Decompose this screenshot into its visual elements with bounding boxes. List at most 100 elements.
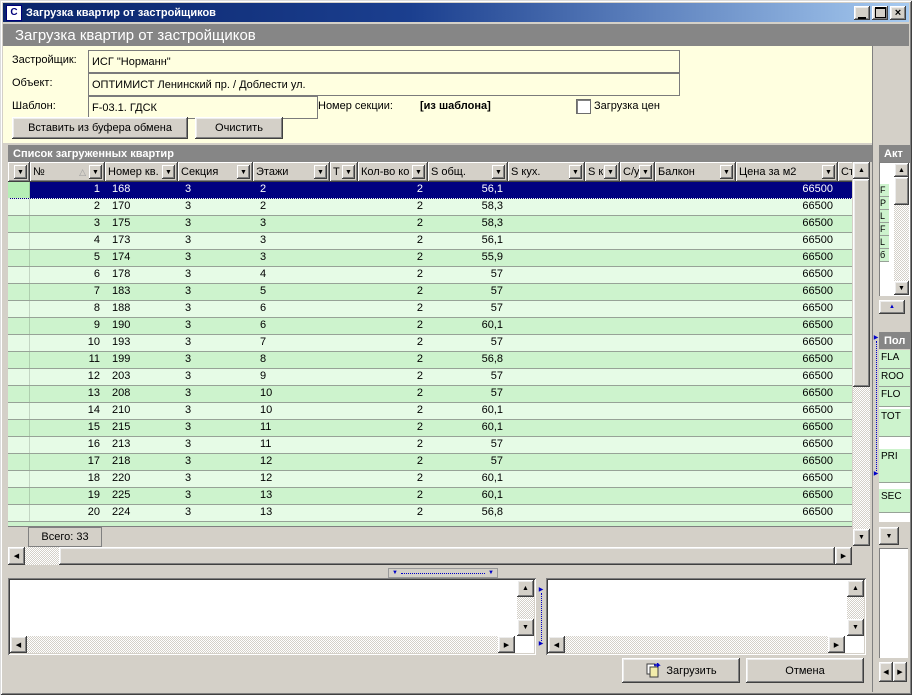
column-header[interactable]: Этажи xyxy=(253,162,330,182)
filter-dropdown-button[interactable] xyxy=(720,165,733,179)
hscroll-track[interactable] xyxy=(25,547,59,565)
left-textarea-hscrollbar[interactable] xyxy=(10,636,515,653)
grid-row[interactable]: 15215311260,166500 xyxy=(8,420,852,437)
scroll-right-button[interactable] xyxy=(828,636,845,653)
field-list-item[interactable]: ROO xyxy=(879,369,910,387)
right-textarea[interactable] xyxy=(546,578,866,655)
list-item-fragment[interactable]: б xyxy=(880,249,889,262)
grid-row[interactable]: 61783425766500 xyxy=(8,267,852,284)
filter-dropdown-button[interactable] xyxy=(314,165,327,179)
grid-row[interactable]: 1621331125766500 xyxy=(8,437,852,454)
grid-row[interactable]: 18220312260,166500 xyxy=(8,471,852,488)
filter-dropdown-button[interactable] xyxy=(569,165,582,179)
vertical-splitter[interactable]: ▶ ▶ xyxy=(536,578,546,655)
vscroll-track[interactable] xyxy=(847,597,864,619)
paste-from-clipboard-button[interactable]: Вставить из буфера обмена xyxy=(12,117,188,139)
grid-row[interactable]: 14210310260,166500 xyxy=(8,403,852,420)
list-item-fragment[interactable]: L xyxy=(880,210,889,223)
right-textarea-hscrollbar[interactable] xyxy=(548,636,845,653)
grid-row[interactable]: 517433255,966500 xyxy=(8,250,852,267)
column-header[interactable]: Балкон xyxy=(655,162,736,182)
list-item-fragment[interactable]: F xyxy=(880,184,889,197)
filter-dropdown-button[interactable] xyxy=(89,165,102,179)
load-button[interactable]: Загрузить xyxy=(622,658,740,683)
grid-row[interactable]: 1119938256,866500 xyxy=(8,352,852,369)
cancel-button[interactable]: Отмена xyxy=(746,658,864,683)
hscroll-track[interactable] xyxy=(27,636,498,653)
grid-row[interactable]: 1721831225766500 xyxy=(8,454,852,471)
vscroll-track[interactable] xyxy=(853,387,870,529)
column-header[interactable]: S к xyxy=(585,162,620,182)
scroll-down-button[interactable] xyxy=(894,281,909,295)
filter-dropdown-button[interactable] xyxy=(237,165,250,179)
hscroll-thumb[interactable] xyxy=(59,547,835,565)
scroll-right-button[interactable] xyxy=(893,662,907,682)
scroll-left-button[interactable] xyxy=(10,636,27,653)
scroll-up-button[interactable] xyxy=(894,163,909,177)
collapse-button[interactable]: ▲ xyxy=(879,300,905,314)
column-header[interactable]: S кух. xyxy=(508,162,585,182)
vscroll-thumb[interactable] xyxy=(894,177,909,205)
filter-dropdown-button[interactable] xyxy=(162,165,175,179)
left-textarea[interactable] xyxy=(8,578,536,655)
grid-row[interactable]: 919036260,166500 xyxy=(8,318,852,335)
scroll-right-button[interactable] xyxy=(835,547,852,565)
vscroll-track[interactable] xyxy=(517,597,534,619)
list-item-fragment[interactable]: L xyxy=(880,236,889,249)
column-header[interactable]: Т xyxy=(330,162,358,182)
field-list-item[interactable]: FLA xyxy=(879,350,910,369)
filter-dropdown-button[interactable] xyxy=(822,165,835,179)
filter-dropdown-button[interactable] xyxy=(492,165,505,179)
scroll-left-button[interactable] xyxy=(8,547,25,565)
vscroll-thumb[interactable] xyxy=(853,179,870,387)
scroll-up-button[interactable] xyxy=(853,162,870,179)
list-item-fragment[interactable]: F xyxy=(880,223,889,236)
filter-dropdown-button[interactable] xyxy=(342,165,355,179)
grid-row[interactable]: 217032258,366500 xyxy=(8,199,852,216)
column-header[interactable]: Секция xyxy=(178,162,253,182)
scroll-left-button[interactable] xyxy=(879,662,893,682)
fields-dropdown-button[interactable]: ▼ xyxy=(879,527,899,545)
grid-row[interactable]: 19225313260,166500 xyxy=(8,488,852,505)
grid-row[interactable]: 101933725766500 xyxy=(8,335,852,352)
field-list-item[interactable]: FLO xyxy=(879,387,910,407)
column-header[interactable]: С/у xyxy=(620,162,655,182)
column-header[interactable] xyxy=(8,162,30,182)
right-panel-hscrollbar[interactable] xyxy=(879,662,907,682)
scroll-down-button[interactable] xyxy=(517,619,534,636)
field-list-item[interactable]: PRI xyxy=(879,449,910,483)
filter-dropdown-button[interactable] xyxy=(14,165,27,179)
grid-hscrollbar[interactable] xyxy=(8,547,852,565)
scroll-right-button[interactable] xyxy=(498,636,515,653)
minimize-button[interactable] xyxy=(854,6,870,20)
grid-vscrollbar[interactable] xyxy=(853,162,870,546)
object-input[interactable] xyxy=(88,73,680,96)
grid-row[interactable]: 81883625766500 xyxy=(8,301,852,318)
maximize-button[interactable] xyxy=(872,6,888,20)
right-textarea-vscrollbar[interactable] xyxy=(847,580,864,636)
scroll-down-button[interactable] xyxy=(847,619,864,636)
column-header[interactable]: Ст xyxy=(838,162,852,182)
grid-row[interactable]: 116832256,166500 xyxy=(8,182,852,199)
scroll-up-button[interactable] xyxy=(517,580,534,597)
column-header[interactable]: Цена за м2 xyxy=(736,162,838,182)
grid-row[interactable]: 317533258,366500 xyxy=(8,216,852,233)
close-button[interactable] xyxy=(890,6,906,20)
filter-dropdown-button[interactable] xyxy=(412,165,425,179)
developer-input[interactable] xyxy=(88,50,680,73)
grid-row[interactable]: 20224313256,866500 xyxy=(8,505,852,522)
grid-row[interactable]: 122033925766500 xyxy=(8,369,852,386)
grid-row[interactable]: 1320831025766500 xyxy=(8,386,852,403)
column-header[interactable]: Кол-во ко xyxy=(358,162,428,182)
grid-row[interactable]: 417333256,166500 xyxy=(8,233,852,250)
column-header[interactable]: S общ. xyxy=(428,162,508,182)
vscroll-track[interactable] xyxy=(894,205,909,281)
horizontal-splitter[interactable]: ▼ ▼ xyxy=(388,568,498,578)
left-textarea-vscrollbar[interactable] xyxy=(517,580,534,636)
column-header[interactable]: № xyxy=(30,162,105,182)
scroll-down-button[interactable] xyxy=(853,529,870,546)
scroll-up-button[interactable] xyxy=(847,580,864,597)
hscroll-track[interactable] xyxy=(565,636,828,653)
list-item-fragment[interactable]: Р xyxy=(880,197,889,210)
grid-row[interactable]: 71833525766500 xyxy=(8,284,852,301)
